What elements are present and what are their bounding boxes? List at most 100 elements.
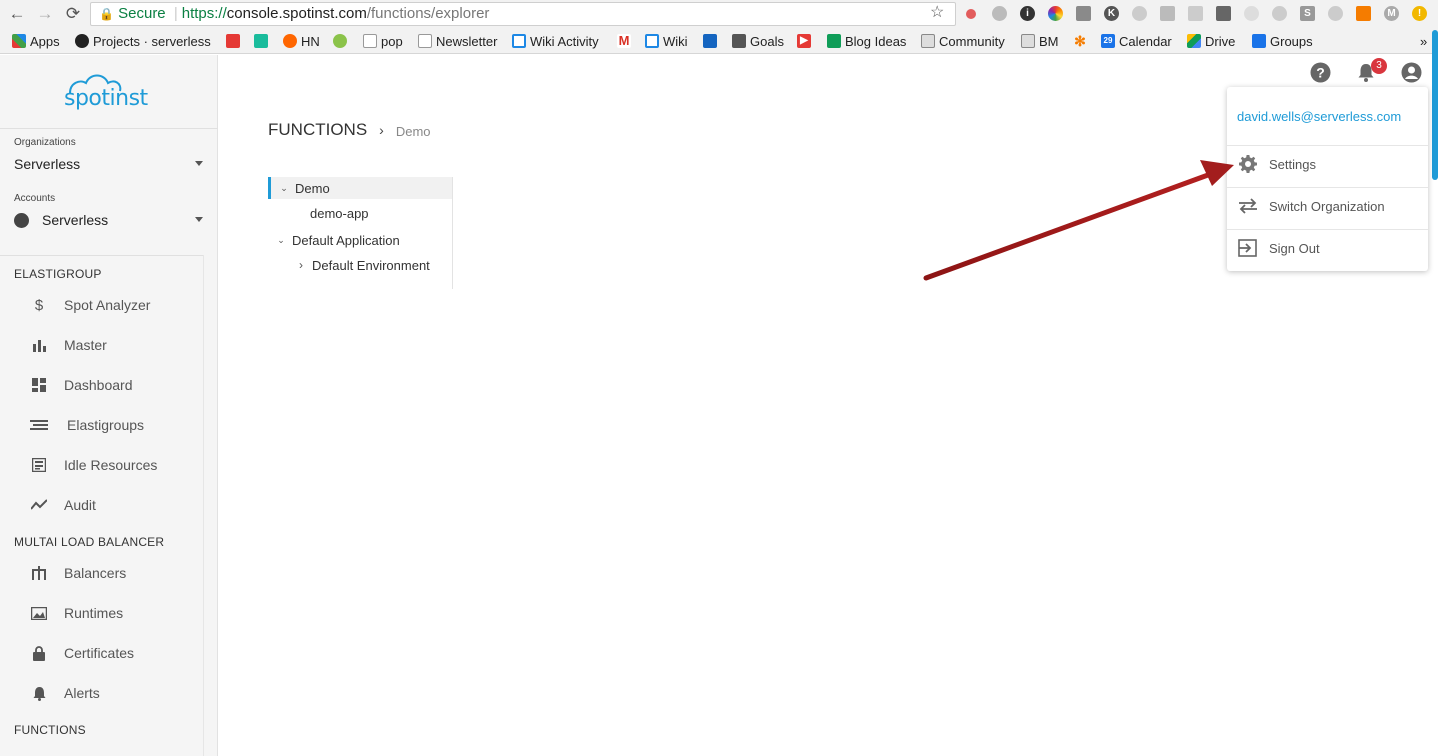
bookmark-label: pop [381,33,403,49]
nav-dashboard[interactable]: Dashboard [30,374,200,396]
robot-extension-icon[interactable] [1216,6,1231,21]
bookmark-label: Newsletter [436,33,498,49]
s-extension-icon[interactable]: S [1300,6,1315,21]
nav-audit[interactable]: Audit [30,494,200,516]
bookmark-wiki-activity[interactable]: Wiki Activity [512,32,599,50]
organization-select[interactable]: Serverless [14,156,204,172]
nav-label: Runtimes [64,605,124,621]
help-icon[interactable]: ? [1310,62,1332,84]
sign-out-icon [1237,237,1259,259]
shield-extension-icon[interactable] [1244,6,1259,21]
wiki-icon [645,34,659,48]
search-extension-icon[interactable] [1076,6,1091,21]
chevron-down-icon[interactable]: ⌄ [274,235,288,246]
bookmark-community[interactable]: Community [921,32,1005,50]
bookmark-twitter[interactable] [703,32,717,50]
tree-item-demo-app[interactable]: demo-app [268,202,452,224]
dollar-icon: $ [34,296,44,314]
tree-item-demo[interactable]: ⌄ Demo [268,177,452,199]
sidebar-scroll-track[interactable] [203,255,204,756]
caret-down-icon [195,161,203,166]
nav-runtimes[interactable]: Runtimes [30,602,200,624]
alert-extension-icon[interactable]: ! [1412,6,1427,21]
menu-divider [1227,229,1428,230]
bookmark-star-icon[interactable]: ☆ [930,2,944,22]
bookmark-projects[interactable]: Projects · serverless [75,32,211,50]
bookmark-clock[interactable] [254,32,268,50]
cloud-extension-icon[interactable] [992,6,1007,21]
menu-item-sign-out[interactable]: Sign Out [1237,237,1422,259]
bar-chart-icon [30,336,48,354]
nav-label: Balancers [64,565,127,581]
edit-extension-icon[interactable] [1188,6,1203,21]
bookmark-goals[interactable]: Goals [732,32,784,50]
nav-master[interactable]: Master [30,334,200,356]
bookmark-label: Wiki [663,33,688,49]
sidebar-divider [0,128,218,129]
bookmark-hn[interactable]: HN [283,32,320,50]
functions-tree: ⌄ Demo demo-app ⌄ Default Application › Def… [268,177,453,289]
menu-item-switch-organization[interactable]: Switch Organization [1237,195,1422,217]
nav-alerts[interactable]: Alerts [30,682,200,704]
analytics-extension-icon[interactable] [1356,6,1371,21]
user-account-icon[interactable] [1401,62,1423,84]
forward-icon[interactable]: → [34,3,56,25]
section-elastigroup: ELASTIGROUP [14,267,102,281]
nav-balancers[interactable]: Balancers [30,562,200,584]
color-picker-extension-icon[interactable] [1048,6,1063,21]
nav-label: Spot Analyzer [64,297,151,313]
tree-item-default-application[interactable]: ⌄ Default Application [268,229,452,251]
t-extension-icon[interactable] [1272,6,1287,21]
puzzle-extension-icon[interactable] [1132,6,1147,21]
url-scheme: https:// [181,5,227,22]
onepassword-extension-icon[interactable]: i [1020,6,1035,21]
tree-label: Demo [295,180,330,196]
bookmark-gmail[interactable]: M [617,32,631,50]
tree-item-default-environment[interactable]: › Default Environment [268,254,452,276]
bookmark-newsletter[interactable]: Newsletter [418,32,497,50]
back-icon[interactable]: ← [6,3,28,25]
android-extension-icon[interactable] [1328,6,1343,21]
address-bar[interactable]: 🔒 Secure | https://console.spotinst.com/f… [90,2,956,26]
bookmark-groups[interactable]: Groups [1252,32,1313,50]
breadcrumb: FUNCTIONS › Demo [268,120,431,140]
nav-idle-resources[interactable]: Idle Resources [30,454,200,476]
account-select[interactable]: Serverless [14,212,204,228]
asterisk-icon: ✻ [1074,33,1086,49]
panel-extension-icon[interactable] [1160,6,1175,21]
bookmark-asterisk[interactable]: ✻ [1073,32,1087,50]
bookmark-blog-ideas[interactable]: Blog Ideas [827,32,906,50]
nav-label: Idle Resources [64,457,158,473]
lock-icon: 🔒 [99,7,114,21]
k-extension-icon[interactable]: K [1104,6,1119,21]
bookmark-pop[interactable]: pop [363,32,403,50]
breadcrumb-root[interactable]: FUNCTIONS [268,120,367,140]
nav-label: Alerts [64,685,100,701]
reload-icon[interactable]: ⟳ [62,3,84,25]
bookmark-label: BM [1039,33,1059,49]
m-extension-icon[interactable]: M [1384,6,1399,21]
bookmark-plane[interactable] [226,32,240,50]
secure-label: Secure [118,5,166,22]
bookmark-calendar[interactable]: 29 Calendar [1101,32,1172,50]
bookmarks-overflow-icon[interactable]: » [1420,32,1427,50]
sidebar: spotinst Organizations Serverless Accoun… [0,55,218,756]
chevron-down-icon[interactable]: ⌄ [277,183,291,194]
bookmark-apps[interactable]: Apps [12,32,60,50]
nav-certificates[interactable]: Certificates [30,642,200,664]
bookmark-green[interactable] [333,32,347,50]
menu-item-settings[interactable]: Settings [1237,153,1422,175]
bookmark-label: Community [939,33,1005,49]
bookmark-drive[interactable]: Drive [1187,32,1235,50]
runtimes-icon [30,604,48,622]
bookmark-label: Drive [1205,33,1236,49]
nav-elastigroups[interactable]: Elastigroups [30,414,200,436]
nav-spot-analyzer[interactable]: $ Spot Analyzer [30,294,200,316]
bookmark-bm[interactable]: BM [1021,32,1059,50]
chevron-right-icon[interactable]: › [294,258,308,272]
bookmark-youtube[interactable]: ▶ [797,32,811,50]
folder-icon [1021,34,1035,48]
bookmark-wiki[interactable]: Wiki [645,32,688,50]
asana-extension-icon[interactable] [966,9,976,19]
github-icon [75,34,89,48]
